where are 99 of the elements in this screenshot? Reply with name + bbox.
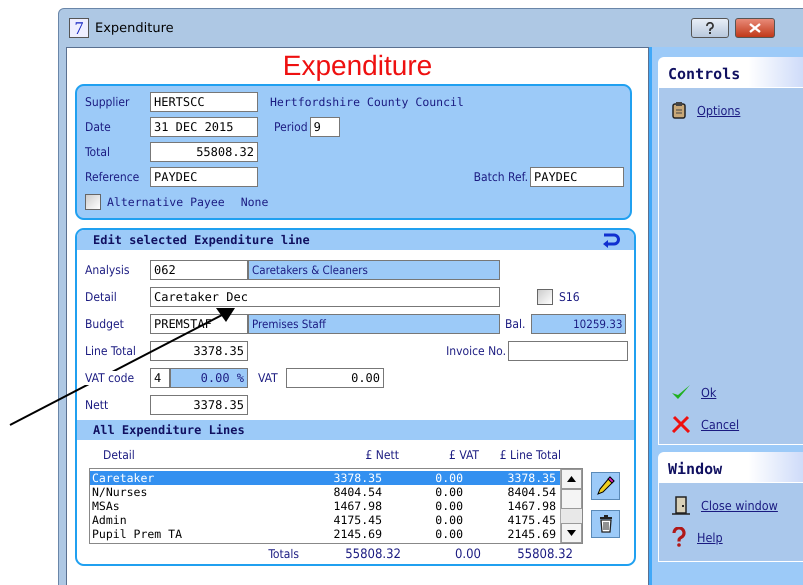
vat-code-field[interactable]: 4 xyxy=(150,368,170,388)
total-field[interactable]: 55808.32 xyxy=(150,142,258,162)
section-title: Edit selected Expenditure line xyxy=(93,233,310,247)
question-mark-icon xyxy=(671,527,687,547)
help-button[interactable] xyxy=(691,18,729,38)
field-label: VAT xyxy=(258,370,279,384)
field-label: Nett xyxy=(85,398,110,412)
list-cell-text: 8404.54 xyxy=(332,485,382,499)
field-label: Line Total xyxy=(85,344,137,358)
field-label: Analysis xyxy=(85,262,130,276)
clipboard-icon xyxy=(671,101,687,119)
totals-label: Totals xyxy=(267,547,299,561)
field-label: Reference xyxy=(85,170,140,184)
payee-value: None xyxy=(240,194,268,209)
list-row[interactable]: MSAs 1467.98 0.00 1467.98 xyxy=(90,499,560,513)
total-value: 55808.32 xyxy=(516,546,573,562)
app-icon: 7 xyxy=(69,18,89,38)
list-cell-text: 2145.69 xyxy=(506,527,556,541)
field-label: Budget xyxy=(85,316,125,330)
supplier-name: Hertfordshire County Council xyxy=(270,95,464,110)
delete-button[interactable] xyxy=(591,510,620,538)
list-row[interactable]: Admin 4175.45 0.00 4175.45 xyxy=(90,513,560,527)
edit-button[interactable] xyxy=(591,472,620,500)
list-row[interactable]: Pupil Prem TA 2145.69 0.00 2145.69 xyxy=(90,527,560,541)
field-label: Total xyxy=(85,144,112,159)
side-link[interactable]: Options xyxy=(671,94,803,126)
list-cell-text: 4175.45 xyxy=(506,513,556,527)
column-header: £ VAT xyxy=(448,448,479,462)
date-field[interactable]: 31 DEC 2015 xyxy=(150,117,258,138)
column-header: £ Line Total xyxy=(498,448,561,462)
total-value: 0.00 xyxy=(454,546,481,562)
list-cell-text: 0.00 xyxy=(434,471,463,485)
side-link[interactable]: Close window xyxy=(671,489,803,521)
column-header: £ Nett xyxy=(364,448,399,462)
reference-field[interactable]: PAYDEC xyxy=(150,166,258,187)
list-cell-text: 0.00 xyxy=(434,499,463,513)
list-cell-text: N/Nurses xyxy=(92,485,148,499)
list-cell-text: 4175.45 xyxy=(332,513,382,527)
period-field[interactable]: 9 xyxy=(310,117,340,138)
scroll-thumb[interactable] xyxy=(561,489,582,509)
side-link[interactable]: Ok xyxy=(671,376,803,408)
window-title: Expenditure xyxy=(95,20,174,36)
scroll-up-icon[interactable] xyxy=(561,469,582,489)
panel-heading: Controls xyxy=(658,57,803,87)
balance-field: 10259.33 xyxy=(531,314,626,334)
list-cell-text: Pupil Prem TA xyxy=(92,527,184,541)
check-icon xyxy=(671,383,691,401)
close-icon xyxy=(749,23,761,33)
detail-field[interactable]: Caretaker Dec xyxy=(150,286,500,306)
side-link[interactable]: Help xyxy=(671,521,803,553)
cross-icon xyxy=(671,415,691,433)
close-button[interactable] xyxy=(735,18,775,38)
field-label: Batch Ref. xyxy=(474,170,528,184)
field-label: Period xyxy=(274,120,308,134)
invoice-number-field[interactable] xyxy=(508,340,628,360)
field-label: Supplier xyxy=(85,95,130,110)
list-cell-text: 3378.35 xyxy=(506,471,556,485)
field-label: Date xyxy=(85,120,112,134)
list-cell-text: Admin xyxy=(92,513,128,527)
pencil-icon xyxy=(596,476,614,496)
analysis-code-field[interactable]: 062 xyxy=(150,260,248,280)
list-cell-text: 8404.54 xyxy=(506,485,556,499)
scroll-down-icon[interactable] xyxy=(561,523,582,543)
panel-heading: Window xyxy=(658,452,803,482)
form-heading: Expenditure xyxy=(282,49,434,83)
supplier-field[interactable]: HERTSCC xyxy=(150,92,258,112)
list-row[interactable]: N/Nurses 8404.54 0.00 8404.54 xyxy=(90,485,560,499)
door-icon xyxy=(671,495,691,515)
list-cell-text: 3378.35 xyxy=(332,471,382,485)
question-mark-icon xyxy=(705,22,715,34)
side-link[interactable]: Cancel xyxy=(671,408,803,440)
list-cell-text: MSAs xyxy=(92,499,121,513)
batch-ref-field[interactable]: PAYDEC xyxy=(530,166,624,187)
column-header: Detail xyxy=(103,448,136,462)
scrollbar[interactable] xyxy=(560,469,582,543)
field-label: Invoice No. xyxy=(446,344,506,358)
field-label: Bal. xyxy=(505,316,526,330)
budget-name-field: Premises Staff xyxy=(248,314,500,334)
list-cell-text: 0.00 xyxy=(434,485,463,499)
vat-field[interactable]: 0.00 xyxy=(286,368,384,388)
nett-field[interactable]: 3378.35 xyxy=(150,394,248,414)
trash-icon xyxy=(598,515,612,533)
vat-rate-field: 0.00 % xyxy=(170,368,248,388)
checkbox-label: Alternative Payee xyxy=(107,194,225,209)
field-label: VAT code xyxy=(85,370,134,384)
list-cell-text: Caretaker xyxy=(92,471,156,485)
section-title: All Expenditure Lines xyxy=(93,423,245,437)
list-cell-text: 2145.69 xyxy=(332,527,382,541)
checkbox-label: S16 xyxy=(559,290,580,304)
list-cell-text: 1467.98 xyxy=(332,499,382,513)
list-cell-text: 0.00 xyxy=(434,527,463,541)
line-total-field[interactable]: 3378.35 xyxy=(150,340,248,360)
checkbox[interactable] xyxy=(537,288,553,304)
total-value: 55808.32 xyxy=(344,546,401,562)
field-label: Detail xyxy=(85,290,118,304)
checkbox[interactable] xyxy=(85,194,101,210)
list-cell-text: 1467.98 xyxy=(506,499,556,513)
list-cell-text: 0.00 xyxy=(434,513,463,527)
analysis-name-field: Caretakers & Cleaners xyxy=(248,260,500,280)
